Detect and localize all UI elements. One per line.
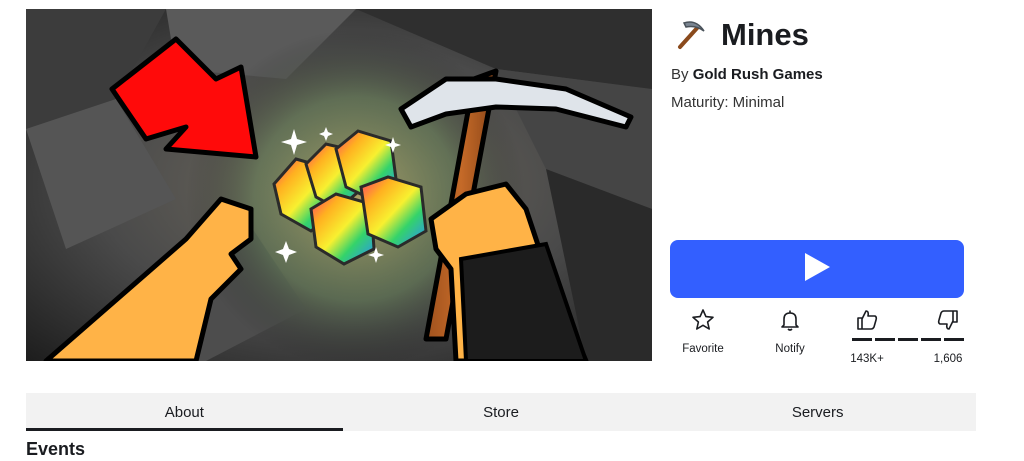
creator-line: By Gold Rush Games: [671, 66, 823, 83]
tab-servers[interactable]: Servers: [659, 393, 976, 431]
notify-button[interactable]: Notify: [765, 308, 815, 355]
downvote-count: 1,606: [933, 353, 963, 365]
play-icon: [802, 252, 832, 287]
notify-label: Notify: [775, 343, 805, 355]
star-icon: [691, 308, 715, 337]
section-title-events: Events: [26, 439, 86, 459]
favorite-button[interactable]: Favorite: [678, 308, 728, 355]
bell-icon: [778, 308, 802, 337]
pickaxe-icon: [671, 16, 709, 54]
upvote-button[interactable]: 143K+: [850, 308, 884, 365]
favorite-label: Favorite: [682, 343, 724, 355]
maturity-rating: Maturity: Minimal: [671, 94, 785, 111]
thumbs-up-icon: [855, 308, 879, 337]
game-title: Mines: [721, 17, 809, 52]
tab-about[interactable]: About: [26, 393, 343, 431]
game-actions: Favorite Notify 143K+ 1,606: [670, 308, 964, 365]
by-prefix: By: [671, 66, 689, 83]
upvote-count: 143K+: [850, 353, 884, 365]
tab-store[interactable]: Store: [343, 393, 660, 431]
thumbs-down-icon: [936, 308, 960, 337]
game-thumbnail: [26, 9, 652, 361]
creator-link[interactable]: Gold Rush Games: [693, 66, 823, 83]
play-button[interactable]: [670, 240, 964, 298]
tab-bar: About Store Servers: [26, 393, 976, 431]
game-title-row: Mines: [671, 16, 809, 54]
downvote-button[interactable]: 1,606: [932, 308, 964, 365]
